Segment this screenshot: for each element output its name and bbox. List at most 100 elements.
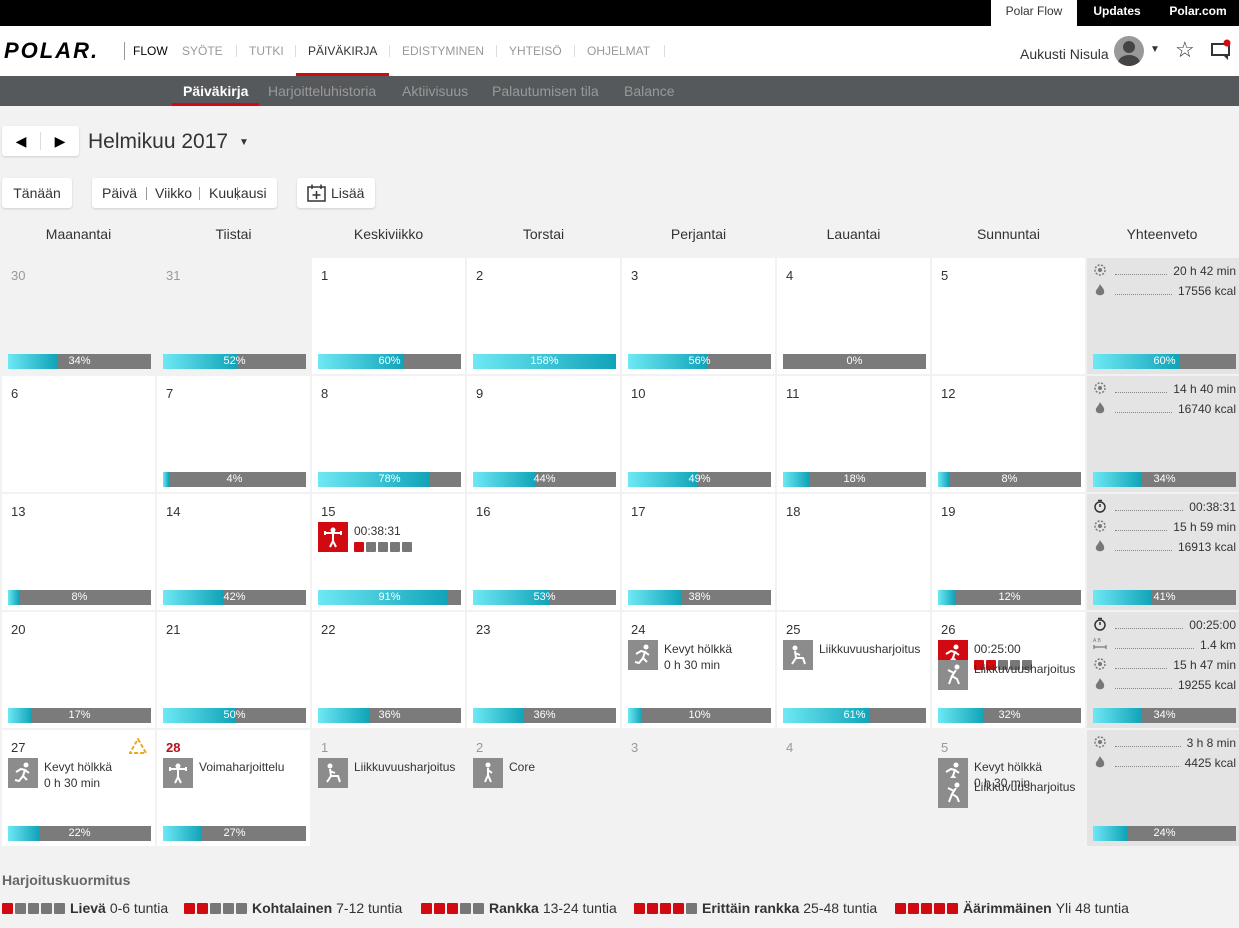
- week-summary-cell[interactable]: 14 h 40 min 16740 kcal 34%: [1087, 376, 1239, 492]
- activity-progress-bar[interactable]: 17%: [8, 708, 151, 723]
- activity-progress-bar[interactable]: 12%: [938, 590, 1081, 605]
- activity-progress-bar[interactable]: 34%: [1093, 708, 1236, 723]
- subnav-item-paivakirja[interactable]: Päiväkirja: [172, 76, 260, 106]
- calendar-day-cell[interactable]: 9 44%: [467, 376, 620, 492]
- activity-progress-bar[interactable]: 10%: [628, 708, 771, 723]
- week-summary-cell[interactable]: 00:25:00 A B 1.4 km 15 h 47 min 19255 kcal 34…: [1087, 612, 1239, 728]
- topbar-link-polar-com[interactable]: Polar.com: [1157, 0, 1239, 26]
- calendar-day-cell[interactable]: 21 50%: [157, 612, 310, 728]
- month-title[interactable]: Helmikuu 2017: [88, 130, 228, 154]
- training-session[interactable]: Core: [473, 758, 618, 790]
- calendar-day-cell[interactable]: 22 36%: [312, 612, 465, 728]
- calendar-day-cell[interactable]: 7 4%: [157, 376, 310, 492]
- activity-progress-bar[interactable]: 4%: [163, 472, 306, 487]
- calendar-day-cell[interactable]: 17 38%: [622, 494, 775, 610]
- nav-item-paivakirja[interactable]: PÄIVÄKIRJA: [296, 26, 390, 76]
- activity-progress-bar[interactable]: 8%: [8, 590, 151, 605]
- calendar-day-cell[interactable]: 5 Kevyt hölkkä 0 h 30 min Liikkuvuusharjoit…: [932, 730, 1085, 846]
- activity-progress-bar[interactable]: 61%: [783, 708, 926, 723]
- activity-progress-bar[interactable]: 91%: [318, 590, 461, 605]
- activity-progress-bar[interactable]: 8%: [938, 472, 1081, 487]
- calendar-day-cell[interactable]: 8 78%: [312, 376, 465, 492]
- training-session[interactable]: Liikkuvuusharjoitus: [938, 660, 1083, 692]
- activity-progress-bar[interactable]: 158%: [473, 354, 616, 369]
- view-week-button[interactable]: Viikko: [155, 178, 192, 208]
- calendar-day-cell[interactable]: 14 42%: [157, 494, 310, 610]
- topbar-link-polar-flow[interactable]: Polar Flow: [991, 0, 1077, 26]
- chevron-down-icon[interactable]: ▼: [239, 137, 249, 148]
- activity-progress-bar[interactable]: 34%: [1093, 472, 1236, 487]
- calendar-day-cell[interactable]: 20 17%: [2, 612, 155, 728]
- nav-item-syote[interactable]: SYÖTE: [182, 26, 223, 76]
- previous-month-button[interactable]: ◀: [2, 126, 40, 156]
- activity-progress-bar[interactable]: 18%: [783, 472, 926, 487]
- calendar-day-cell[interactable]: 10 49%: [622, 376, 775, 492]
- calendar-day-cell[interactable]: 2 Core: [467, 730, 620, 846]
- calendar-day-cell[interactable]: 2 158%: [467, 258, 620, 374]
- sync-device-icon[interactable]: [1210, 39, 1232, 61]
- calendar-day-cell[interactable]: 18: [777, 494, 930, 610]
- calendar-day-cell[interactable]: 3 56%: [622, 258, 775, 374]
- activity-progress-bar[interactable]: 78%: [318, 472, 461, 487]
- activity-progress-bar[interactable]: 27%: [163, 826, 306, 841]
- nav-item-ohjelmat[interactable]: OHJELMAT: [587, 26, 650, 76]
- activity-progress-bar[interactable]: 24%: [1093, 826, 1236, 841]
- add-button[interactable]: Lisää: [297, 178, 375, 208]
- calendar-day-cell[interactable]: 6: [2, 376, 155, 492]
- subnav-item-palautumisen-tila[interactable]: Palautumisen tila: [492, 76, 599, 106]
- activity-progress-bar[interactable]: 56%: [628, 354, 771, 369]
- calendar-day-cell[interactable]: 24 Kevyt hölkkä 0 h 30 min 10%: [622, 612, 775, 728]
- activity-progress-bar[interactable]: 44%: [473, 472, 616, 487]
- calendar-day-cell[interactable]: 4: [777, 730, 930, 846]
- training-session[interactable]: Liikkuvuusharjoitus: [318, 758, 463, 790]
- training-session[interactable]: Liikkuvuusharjoitus: [783, 640, 928, 672]
- activity-progress-bar[interactable]: 60%: [318, 354, 461, 369]
- topbar-link-updates[interactable]: Updates: [1077, 0, 1157, 26]
- training-session[interactable]: 00:38:31: [318, 522, 463, 554]
- calendar-day-cell[interactable]: 27 Kevyt hölkkä 0 h 30 min 22%: [2, 730, 155, 846]
- calendar-day-cell[interactable]: 5: [932, 258, 1085, 374]
- calendar-day-cell[interactable]: 28 Voimaharjoittelu 27%: [157, 730, 310, 846]
- activity-progress-bar[interactable]: 36%: [318, 708, 461, 723]
- view-month-button[interactable]: Kuukausi: [209, 178, 267, 208]
- warning-icon[interactable]: [129, 738, 147, 754]
- week-summary-cell[interactable]: 3 h 8 min 4425 kcal 24%: [1087, 730, 1239, 846]
- training-session[interactable]: Liikkuvuusharjoitus: [938, 778, 1083, 810]
- view-day-button[interactable]: Päivä: [102, 178, 137, 208]
- activity-progress-bar[interactable]: 0%: [783, 354, 926, 369]
- activity-progress-bar[interactable]: 60%: [1093, 354, 1236, 369]
- subnav-item-aktiivisuus[interactable]: Aktiivisuus: [402, 76, 468, 106]
- subnav-item-balance[interactable]: Balance: [624, 76, 675, 106]
- activity-progress-bar[interactable]: 42%: [163, 590, 306, 605]
- calendar-day-cell[interactable]: 16 53%: [467, 494, 620, 610]
- polar-logo[interactable]: POLAR.: [4, 38, 99, 64]
- subnav-item-harjoitteluhistoria[interactable]: Harjoitteluhistoria: [268, 76, 376, 106]
- nav-item-tutki[interactable]: TUTKI: [249, 26, 284, 76]
- activity-progress-bar[interactable]: 34%: [8, 354, 151, 369]
- nav-item-yhteiso[interactable]: YHTEISÖ: [509, 26, 562, 76]
- nav-item-edistyminen[interactable]: EDISTYMINEN: [402, 26, 484, 76]
- calendar-day-cell[interactable]: 11 18%: [777, 376, 930, 492]
- chevron-down-icon[interactable]: ▼: [1150, 44, 1160, 55]
- star-icon[interactable]: ☆: [1175, 39, 1195, 61]
- today-button[interactable]: Tänään: [2, 178, 72, 208]
- calendar-day-cell[interactable]: 23 36%: [467, 612, 620, 728]
- calendar-day-cell[interactable]: 25 Liikkuvuusharjoitus 61%: [777, 612, 930, 728]
- calendar-day-cell[interactable]: 3: [622, 730, 775, 846]
- calendar-day-cell[interactable]: 4 0%: [777, 258, 930, 374]
- activity-progress-bar[interactable]: 32%: [938, 708, 1081, 723]
- activity-progress-bar[interactable]: 49%: [628, 472, 771, 487]
- next-month-button[interactable]: ▶: [41, 126, 79, 156]
- calendar-day-cell[interactable]: 1 60%: [312, 258, 465, 374]
- calendar-day-cell[interactable]: 15 00:38:31 91%: [312, 494, 465, 610]
- activity-progress-bar[interactable]: 41%: [1093, 590, 1236, 605]
- activity-progress-bar[interactable]: 50%: [163, 708, 306, 723]
- training-session[interactable]: Kevyt hölkkä 0 h 30 min: [628, 640, 773, 672]
- activity-progress-bar[interactable]: 53%: [473, 590, 616, 605]
- calendar-day-cell[interactable]: 1 Liikkuvuusharjoitus: [312, 730, 465, 846]
- user-name[interactable]: Aukusti Nisula: [1020, 46, 1109, 62]
- week-summary-cell[interactable]: 20 h 42 min 17556 kcal 60%: [1087, 258, 1239, 374]
- activity-progress-bar[interactable]: 52%: [163, 354, 306, 369]
- calendar-day-cell[interactable]: 12 8%: [932, 376, 1085, 492]
- avatar[interactable]: [1114, 36, 1144, 66]
